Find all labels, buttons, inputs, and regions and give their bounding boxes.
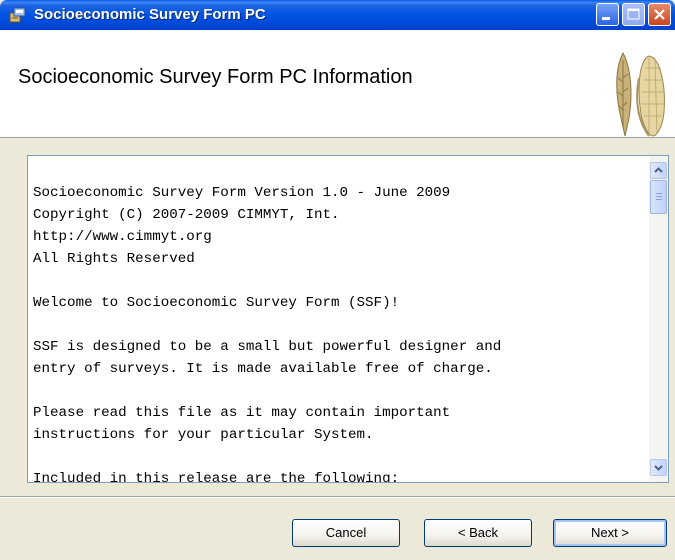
- divider: [0, 496, 675, 498]
- readme-line: instructions for your particular System.: [33, 427, 374, 443]
- readme-line: [33, 270, 643, 292]
- readme-line: entry of surveys. It is made available f…: [33, 361, 493, 377]
- wheat-and-corn-logo: [609, 48, 669, 138]
- readme-line: http://www.cimmyt.org: [33, 229, 212, 245]
- readme-line: Socioeconomic Survey Form Version 1.0 - …: [33, 185, 451, 201]
- cancel-button[interactable]: Cancel: [292, 519, 400, 547]
- readme-line: SSF is designed to be a small but powerf…: [33, 339, 502, 355]
- readme-line: [33, 446, 643, 468]
- readme-line: [33, 380, 643, 402]
- next-button[interactable]: Next >: [553, 519, 667, 547]
- readme-line: All Rights Reserved: [33, 251, 195, 267]
- installer-icon: [9, 6, 27, 24]
- page-title: Socioeconomic Survey Form PC Information: [18, 66, 413, 88]
- readme-line: Copyright (C) 2007-2009 CIMMYT, Int.: [33, 207, 340, 223]
- minimize-button[interactable]: [596, 3, 619, 26]
- scroll-thumb[interactable]: [650, 180, 667, 214]
- scroll-down-button[interactable]: [650, 459, 667, 476]
- back-button[interactable]: < Back: [424, 519, 532, 547]
- readme-line: [33, 314, 643, 336]
- close-button[interactable]: [648, 3, 671, 26]
- maximize-button[interactable]: [622, 3, 645, 26]
- readme-textbox[interactable]: Socioeconomic Survey Form Version 1.0 - …: [27, 155, 669, 483]
- chevron-up-icon: [654, 167, 663, 173]
- chevron-down-icon: [654, 465, 663, 471]
- scroll-up-button[interactable]: [650, 162, 667, 179]
- close-icon: [654, 9, 665, 20]
- readme-line: Welcome to Socioeconomic Survey Form (SS…: [33, 295, 400, 311]
- readme-text: Socioeconomic Survey Form Version 1.0 - …: [33, 160, 643, 483]
- maximize-icon: [627, 8, 640, 20]
- vertical-scrollbar[interactable]: [649, 156, 668, 482]
- readme-line: Included in this release are the followi…: [33, 471, 400, 483]
- header-banner: Socioeconomic Survey Form PC Information: [0, 30, 675, 138]
- readme-line: Please read this file as it may contain …: [33, 405, 451, 421]
- window-title: Socioeconomic Survey Form PC: [34, 6, 266, 23]
- title-bar[interactable]: Socioeconomic Survey Form PC: [0, 0, 675, 30]
- minimize-icon: [602, 17, 610, 20]
